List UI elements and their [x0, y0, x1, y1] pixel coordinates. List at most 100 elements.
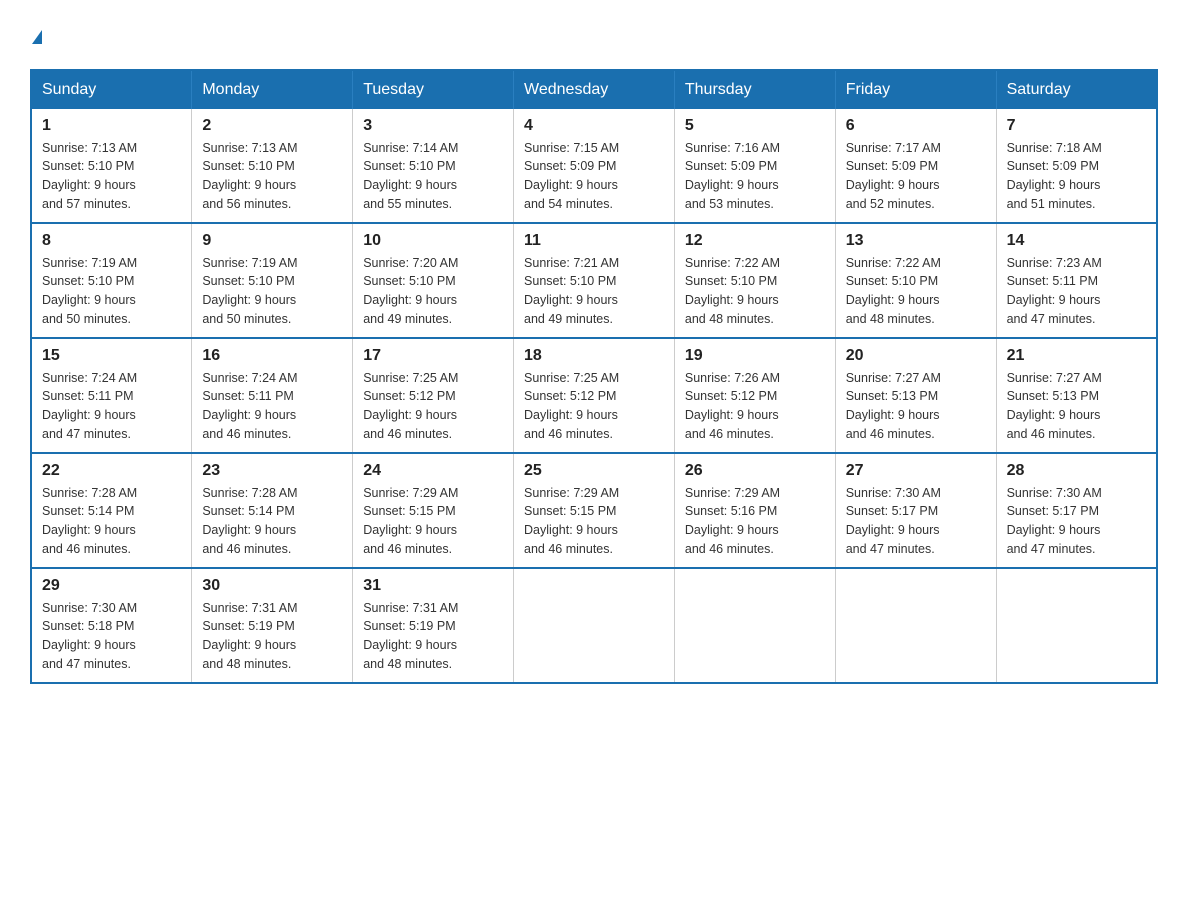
day-number: 9: [202, 232, 342, 250]
calendar-cell: 31 Sunrise: 7:31 AMSunset: 5:19 PMDaylig…: [353, 568, 514, 683]
day-info: Sunrise: 7:27 AMSunset: 5:13 PMDaylight:…: [1007, 371, 1102, 441]
weekday-header-sunday: Sunday: [31, 70, 192, 109]
day-number: 3: [363, 117, 503, 135]
calendar-cell: 18 Sunrise: 7:25 AMSunset: 5:12 PMDaylig…: [514, 338, 675, 453]
day-info: Sunrise: 7:29 AMSunset: 5:15 PMDaylight:…: [363, 486, 458, 556]
calendar-cell: 3 Sunrise: 7:14 AMSunset: 5:10 PMDayligh…: [353, 109, 514, 223]
calendar-cell: [514, 568, 675, 683]
logo-triangle-icon: [32, 30, 42, 44]
day-number: 17: [363, 347, 503, 365]
calendar-header: SundayMondayTuesdayWednesdayThursdayFrid…: [31, 70, 1157, 109]
day-info: Sunrise: 7:30 AMSunset: 5:18 PMDaylight:…: [42, 601, 137, 671]
day-info: Sunrise: 7:29 AMSunset: 5:16 PMDaylight:…: [685, 486, 780, 556]
day-number: 18: [524, 347, 664, 365]
calendar-cell: [835, 568, 996, 683]
day-info: Sunrise: 7:29 AMSunset: 5:15 PMDaylight:…: [524, 486, 619, 556]
day-info: Sunrise: 7:14 AMSunset: 5:10 PMDaylight:…: [363, 141, 458, 211]
weekday-header-saturday: Saturday: [996, 70, 1157, 109]
day-number: 31: [363, 577, 503, 595]
calendar-cell: [996, 568, 1157, 683]
day-info: Sunrise: 7:24 AMSunset: 5:11 PMDaylight:…: [202, 371, 297, 441]
day-info: Sunrise: 7:16 AMSunset: 5:09 PMDaylight:…: [685, 141, 780, 211]
day-info: Sunrise: 7:28 AMSunset: 5:14 PMDaylight:…: [202, 486, 297, 556]
day-number: 11: [524, 232, 664, 250]
day-info: Sunrise: 7:17 AMSunset: 5:09 PMDaylight:…: [846, 141, 941, 211]
calendar-body: 1 Sunrise: 7:13 AMSunset: 5:10 PMDayligh…: [31, 109, 1157, 683]
calendar-cell: 14 Sunrise: 7:23 AMSunset: 5:11 PMDaylig…: [996, 223, 1157, 338]
day-number: 1: [42, 117, 181, 135]
calendar-week-5: 29 Sunrise: 7:30 AMSunset: 5:18 PMDaylig…: [31, 568, 1157, 683]
calendar-cell: 21 Sunrise: 7:27 AMSunset: 5:13 PMDaylig…: [996, 338, 1157, 453]
calendar-cell: 26 Sunrise: 7:29 AMSunset: 5:16 PMDaylig…: [674, 453, 835, 568]
calendar-cell: 16 Sunrise: 7:24 AMSunset: 5:11 PMDaylig…: [192, 338, 353, 453]
day-info: Sunrise: 7:22 AMSunset: 5:10 PMDaylight:…: [685, 256, 780, 326]
calendar-cell: 7 Sunrise: 7:18 AMSunset: 5:09 PMDayligh…: [996, 109, 1157, 223]
day-number: 6: [846, 117, 986, 135]
day-info: Sunrise: 7:26 AMSunset: 5:12 PMDaylight:…: [685, 371, 780, 441]
day-info: Sunrise: 7:21 AMSunset: 5:10 PMDaylight:…: [524, 256, 619, 326]
calendar-cell: 19 Sunrise: 7:26 AMSunset: 5:12 PMDaylig…: [674, 338, 835, 453]
calendar-cell: 5 Sunrise: 7:16 AMSunset: 5:09 PMDayligh…: [674, 109, 835, 223]
day-number: 26: [685, 462, 825, 480]
calendar-cell: 15 Sunrise: 7:24 AMSunset: 5:11 PMDaylig…: [31, 338, 192, 453]
day-info: Sunrise: 7:25 AMSunset: 5:12 PMDaylight:…: [524, 371, 619, 441]
day-number: 27: [846, 462, 986, 480]
calendar-week-1: 1 Sunrise: 7:13 AMSunset: 5:10 PMDayligh…: [31, 109, 1157, 223]
day-info: Sunrise: 7:31 AMSunset: 5:19 PMDaylight:…: [363, 601, 458, 671]
day-number: 13: [846, 232, 986, 250]
page-header: [30, 20, 1158, 49]
day-info: Sunrise: 7:19 AMSunset: 5:10 PMDaylight:…: [42, 256, 137, 326]
day-info: Sunrise: 7:31 AMSunset: 5:19 PMDaylight:…: [202, 601, 297, 671]
calendar-cell: 25 Sunrise: 7:29 AMSunset: 5:15 PMDaylig…: [514, 453, 675, 568]
calendar-cell: 13 Sunrise: 7:22 AMSunset: 5:10 PMDaylig…: [835, 223, 996, 338]
calendar-cell: 27 Sunrise: 7:30 AMSunset: 5:17 PMDaylig…: [835, 453, 996, 568]
calendar-cell: 9 Sunrise: 7:19 AMSunset: 5:10 PMDayligh…: [192, 223, 353, 338]
day-number: 14: [1007, 232, 1146, 250]
day-number: 23: [202, 462, 342, 480]
day-info: Sunrise: 7:27 AMSunset: 5:13 PMDaylight:…: [846, 371, 941, 441]
calendar-week-2: 8 Sunrise: 7:19 AMSunset: 5:10 PMDayligh…: [31, 223, 1157, 338]
weekday-header-tuesday: Tuesday: [353, 70, 514, 109]
calendar-cell: 1 Sunrise: 7:13 AMSunset: 5:10 PMDayligh…: [31, 109, 192, 223]
day-number: 10: [363, 232, 503, 250]
weekday-header-monday: Monday: [192, 70, 353, 109]
calendar-table: SundayMondayTuesdayWednesdayThursdayFrid…: [30, 69, 1158, 684]
logo: [30, 20, 42, 49]
weekday-header-wednesday: Wednesday: [514, 70, 675, 109]
day-info: Sunrise: 7:13 AMSunset: 5:10 PMDaylight:…: [202, 141, 297, 211]
weekday-header-friday: Friday: [835, 70, 996, 109]
day-info: Sunrise: 7:15 AMSunset: 5:09 PMDaylight:…: [524, 141, 619, 211]
day-info: Sunrise: 7:13 AMSunset: 5:10 PMDaylight:…: [42, 141, 137, 211]
calendar-cell: [674, 568, 835, 683]
day-info: Sunrise: 7:30 AMSunset: 5:17 PMDaylight:…: [846, 486, 941, 556]
weekday-header-thursday: Thursday: [674, 70, 835, 109]
day-info: Sunrise: 7:22 AMSunset: 5:10 PMDaylight:…: [846, 256, 941, 326]
day-number: 8: [42, 232, 181, 250]
calendar-cell: 6 Sunrise: 7:17 AMSunset: 5:09 PMDayligh…: [835, 109, 996, 223]
day-info: Sunrise: 7:25 AMSunset: 5:12 PMDaylight:…: [363, 371, 458, 441]
day-number: 29: [42, 577, 181, 595]
day-number: 20: [846, 347, 986, 365]
calendar-cell: 28 Sunrise: 7:30 AMSunset: 5:17 PMDaylig…: [996, 453, 1157, 568]
day-number: 7: [1007, 117, 1146, 135]
calendar-cell: 11 Sunrise: 7:21 AMSunset: 5:10 PMDaylig…: [514, 223, 675, 338]
day-number: 22: [42, 462, 181, 480]
calendar-cell: 4 Sunrise: 7:15 AMSunset: 5:09 PMDayligh…: [514, 109, 675, 223]
day-number: 24: [363, 462, 503, 480]
day-number: 16: [202, 347, 342, 365]
calendar-cell: 23 Sunrise: 7:28 AMSunset: 5:14 PMDaylig…: [192, 453, 353, 568]
calendar-cell: 20 Sunrise: 7:27 AMSunset: 5:13 PMDaylig…: [835, 338, 996, 453]
calendar-cell: 30 Sunrise: 7:31 AMSunset: 5:19 PMDaylig…: [192, 568, 353, 683]
day-number: 2: [202, 117, 342, 135]
day-number: 19: [685, 347, 825, 365]
calendar-cell: 10 Sunrise: 7:20 AMSunset: 5:10 PMDaylig…: [353, 223, 514, 338]
day-info: Sunrise: 7:24 AMSunset: 5:11 PMDaylight:…: [42, 371, 137, 441]
calendar-cell: 12 Sunrise: 7:22 AMSunset: 5:10 PMDaylig…: [674, 223, 835, 338]
day-number: 12: [685, 232, 825, 250]
calendar-cell: 2 Sunrise: 7:13 AMSunset: 5:10 PMDayligh…: [192, 109, 353, 223]
weekday-header-row: SundayMondayTuesdayWednesdayThursdayFrid…: [31, 70, 1157, 109]
day-number: 28: [1007, 462, 1146, 480]
day-info: Sunrise: 7:19 AMSunset: 5:10 PMDaylight:…: [202, 256, 297, 326]
calendar-cell: 29 Sunrise: 7:30 AMSunset: 5:18 PMDaylig…: [31, 568, 192, 683]
day-info: Sunrise: 7:20 AMSunset: 5:10 PMDaylight:…: [363, 256, 458, 326]
